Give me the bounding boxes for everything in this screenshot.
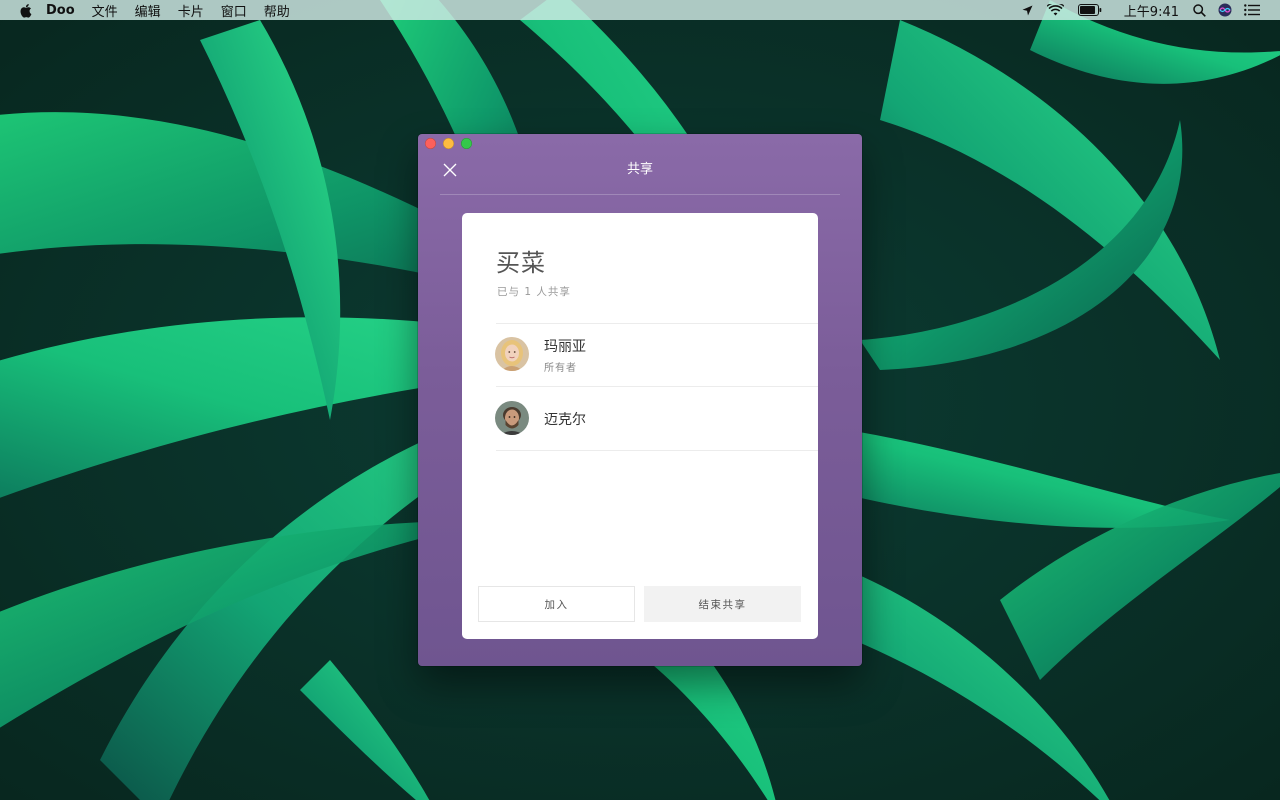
member-role: 所有者 [544,363,577,374]
siri-icon[interactable] [1218,0,1232,20]
menu-bar: Doo 文件 编辑 卡片 窗口 帮助 上午9:41 [0,0,1280,20]
menu-app-name[interactable]: Doo [46,3,75,18]
list-title: 买菜 [496,249,546,277]
member-name: 迈克尔 [544,412,586,428]
end-share-button[interactable]: 结束共享 [644,586,801,622]
member-divider [496,450,818,451]
window-minimize-button[interactable] [443,138,454,149]
wifi-icon[interactable] [1046,0,1064,20]
share-status-text: 已与 1 人共享 [497,286,571,298]
avatar [495,401,529,435]
menu-item-card[interactable]: 卡片 [178,1,204,20]
menu-item-window[interactable]: 窗口 [221,1,247,20]
window-title: 共享 [626,162,653,177]
title-divider [440,194,840,195]
member-name: 玛丽亚 [544,339,586,355]
notification-center-icon[interactable] [1244,0,1260,20]
share-card: 买菜 已与 1 人共享 玛丽亚 所有者 迈克尔 加入 结束共享 [462,213,818,639]
window-close-button[interactable] [425,138,436,149]
join-button[interactable]: 加入 [478,586,635,622]
window-zoom-button[interactable] [461,138,472,149]
member-row[interactable]: 迈克尔 [495,387,818,449]
location-arrow-icon[interactable] [1022,0,1033,20]
member-row[interactable]: 玛丽亚 所有者 [495,324,818,386]
battery-icon[interactable] [1077,0,1102,20]
menu-bar-clock[interactable]: 上午9:41 [1124,1,1179,20]
menu-item-help[interactable]: 帮助 [264,1,290,20]
spotlight-search-icon[interactable] [1193,0,1206,20]
desktop: Doo 文件 编辑 卡片 窗口 帮助 上午9:41 共享 买菜 已与 1 人共享… [0,0,1280,800]
share-window: 共享 买菜 已与 1 人共享 玛丽亚 所有者 迈克尔 加入 结束共享 [418,134,862,666]
avatar [495,337,529,371]
menu-item-file[interactable]: 文件 [92,1,118,20]
apple-logo-icon[interactable] [18,2,32,18]
menu-item-edit[interactable]: 编辑 [135,1,161,20]
